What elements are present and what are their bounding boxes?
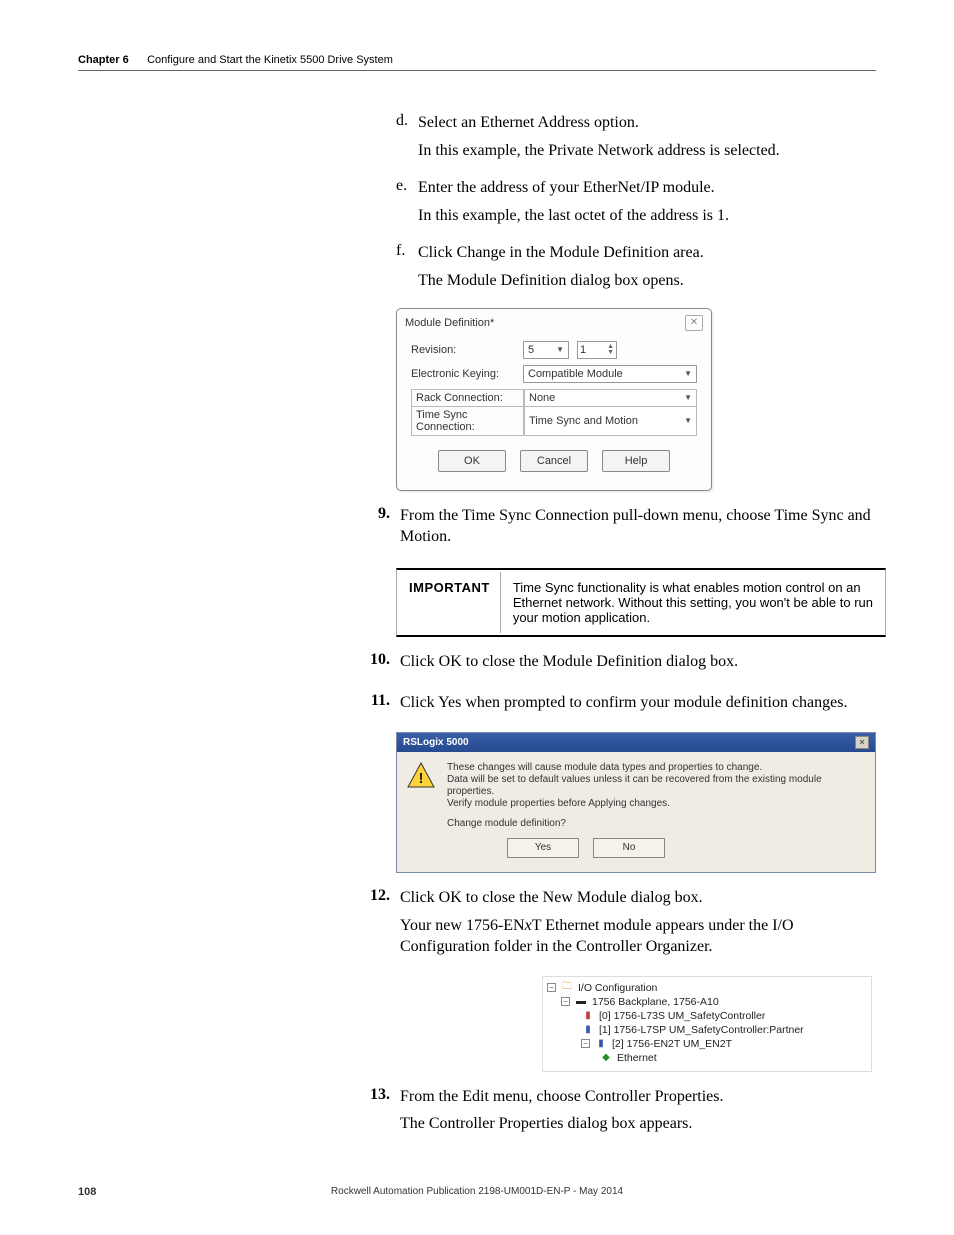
revision-minor-spin[interactable]: 1 ▲▼ [577, 341, 617, 359]
revision-major-select[interactable]: 5▼ [523, 341, 569, 359]
cancel-button[interactable]: Cancel [520, 450, 588, 472]
step-number: 11. [362, 692, 390, 710]
help-button[interactable]: Help [602, 450, 670, 472]
close-icon[interactable]: ✕ [685, 315, 703, 331]
tree-node-slot2[interactable]: − ▮ [2] 1756-EN2T UM_EN2T [547, 1037, 867, 1051]
chevron-down-icon: ▼ [684, 369, 692, 378]
collapse-icon[interactable]: − [581, 1039, 590, 1048]
substep-f-line1: Click Change in the Module Definition ar… [418, 242, 848, 264]
step-12: 12. Click OK to close the New Module dia… [362, 887, 882, 964]
dialog-title: Module Definition* [405, 317, 494, 329]
tree-node-slot1[interactable]: ▮ [1] 1756-L7SP UM_SafetyController:Part… [547, 1023, 867, 1037]
svg-text:!: ! [419, 770, 424, 787]
substep-d-line2: In this example, the Private Network add… [418, 140, 848, 162]
collapse-icon[interactable]: − [561, 997, 570, 1006]
rack-connection-select[interactable]: None▼ [524, 390, 696, 406]
chapter-label: Chapter 6 [78, 54, 129, 66]
tree-node-io-config[interactable]: − 🗀 I/O Configuration [547, 981, 867, 995]
step-13-line2: The Controller Properties dialog box app… [400, 1113, 880, 1135]
substep-e-line2: In this example, the last octet of the a… [418, 205, 848, 227]
substep-d-line1: Select an Ethernet Address option. [418, 112, 848, 134]
substep-f-line2: The Module Definition dialog box opens. [418, 270, 848, 292]
module-definition-dialog: Module Definition* ✕ Revision: 5▼ 1 ▲▼ E… [396, 308, 712, 491]
no-button[interactable]: No [593, 838, 665, 858]
substep-letter: e. [396, 177, 414, 195]
important-text: Time Sync functionality is what enables … [503, 572, 883, 633]
confirm-question: Change module definition? [447, 818, 865, 830]
step-12-line1: Click OK to close the New Module dialog … [400, 887, 880, 909]
step-13-line1: From the Edit menu, choose Controller Pr… [400, 1086, 880, 1108]
substep-e: e. Enter the address of your EtherNet/IP… [396, 177, 882, 232]
chevron-down-icon: ▼ [684, 416, 692, 425]
substep-f: f. Click Change in the Module Definition… [396, 242, 882, 297]
controller-organizer-tree: − 🗀 I/O Configuration − ▬ 1756 Backplane… [542, 976, 872, 1072]
chapter-title: Configure and Start the Kinetix 5500 Dri… [147, 54, 393, 66]
yes-button[interactable]: Yes [507, 838, 579, 858]
chevron-down-icon: ▼ [556, 345, 564, 354]
page-footer: 108 Rockwell Automation Publication 2198… [78, 1186, 876, 1197]
step-10-text: Click OK to close the Module Definition … [400, 651, 880, 673]
substep-letter: d. [396, 112, 414, 130]
keying-label: Electronic Keying: [411, 368, 523, 380]
important-label: IMPORTANT [399, 572, 501, 633]
keying-select[interactable]: Compatible Module▼ [523, 365, 697, 383]
step-number: 12. [362, 887, 390, 905]
tree-node-slot0[interactable]: ▮ [0] 1756-L73S UM_SafetyController [547, 1009, 867, 1023]
step-9: 9. From the Time Sync Connection pull-do… [362, 505, 882, 554]
time-sync-select[interactable]: Time Sync and Motion▼ [524, 407, 696, 435]
step-11-text: Click Yes when prompted to confirm your … [400, 692, 880, 714]
body-column: d. Select an Ethernet Address option. In… [362, 112, 882, 1151]
folder-icon: 🗀 [560, 982, 574, 994]
rack-connection-label: Rack Connection: [412, 390, 524, 406]
important-callout: IMPORTANT Time Sync functionality is wha… [396, 568, 886, 637]
step-11: 11. Click Yes when prompted to confirm y… [362, 692, 882, 720]
confirm-line1: These changes will cause module data typ… [447, 762, 865, 774]
step-number: 9. [362, 505, 390, 523]
dialog-title: RSLogix 5000 [403, 737, 469, 748]
backplane-icon: ▬ [574, 996, 588, 1008]
step-number: 13. [362, 1086, 390, 1104]
warning-icon: ! [407, 762, 435, 788]
step-9-text: From the Time Sync Connection pull-down … [400, 505, 880, 548]
close-icon[interactable]: × [855, 736, 869, 749]
step-number: 10. [362, 651, 390, 669]
substep-d: d. Select an Ethernet Address option. In… [396, 112, 882, 167]
ethernet-icon: ◆ [599, 1052, 613, 1064]
module-icon: ▮ [581, 1024, 595, 1036]
confirm-line3: Verify module properties before Applying… [447, 798, 865, 810]
page-number: 108 [78, 1186, 96, 1198]
tree-node-ethernet[interactable]: ◆ Ethernet [547, 1051, 867, 1065]
step-10: 10. Click OK to close the Module Definit… [362, 651, 882, 679]
page-header: Chapter 6 Configure and Start the Kineti… [78, 54, 876, 71]
revision-label: Revision: [411, 344, 523, 356]
ok-button[interactable]: OK [438, 450, 506, 472]
module-icon: ▮ [594, 1038, 608, 1050]
time-sync-label: Time Sync Connection: [412, 407, 524, 435]
spinner-icon: ▲▼ [607, 344, 614, 356]
collapse-icon[interactable]: − [547, 983, 556, 992]
tree-node-backplane[interactable]: − ▬ 1756 Backplane, 1756-A10 [547, 995, 867, 1009]
rslogix-confirm-dialog: RSLogix 5000 × ! These changes will caus… [396, 732, 876, 873]
step-12-line2: Your new 1756-ENxT Ethernet module appea… [400, 915, 880, 958]
substep-e-line1: Enter the address of your EtherNet/IP mo… [418, 177, 848, 199]
step-13: 13. From the Edit menu, choose Controlle… [362, 1086, 882, 1141]
publication-id: Rockwell Automation Publication 2198-UM0… [331, 1186, 623, 1197]
chevron-down-icon: ▼ [684, 393, 692, 402]
module-icon: ▮ [581, 1010, 595, 1022]
confirm-line2: Data will be set to default values unles… [447, 774, 865, 798]
substep-letter: f. [396, 242, 414, 260]
